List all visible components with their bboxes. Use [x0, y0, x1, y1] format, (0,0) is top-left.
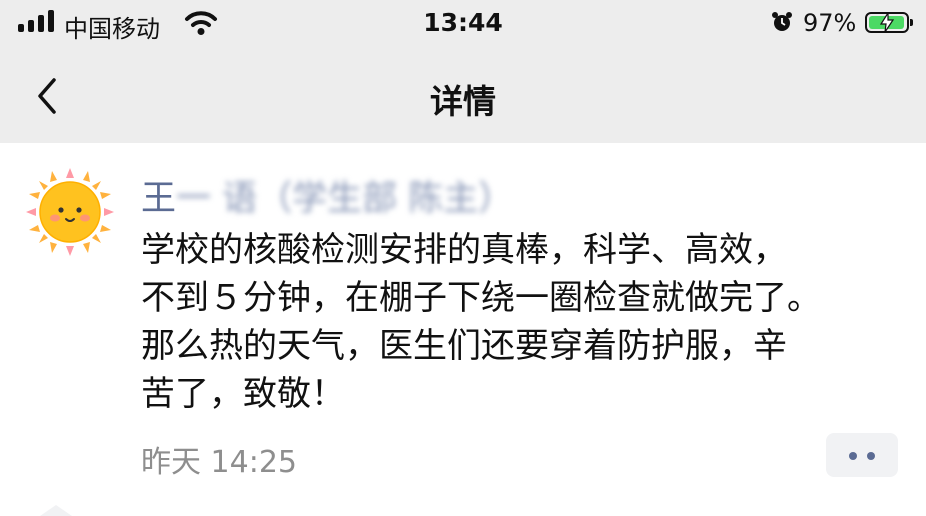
battery-percent: 97% — [803, 9, 857, 37]
content-line: 那么热的天气，医生们还要穿着防护服，辛 — [141, 326, 787, 366]
more-dots-icon[interactable] — [826, 433, 898, 477]
charging-bolt-icon — [879, 13, 895, 32]
post-content: 学校的核酸检测安排的真棒，科学、高效， 不到５分钟，在棚子下绕一圈检查就做完了。… — [141, 226, 911, 418]
avatar[interactable] — [24, 166, 116, 258]
post-timestamp: 昨天 14:25 — [141, 445, 297, 480]
content-line: 学校的核酸检测安排的真棒，科学、高效， — [141, 230, 787, 270]
comment-pointer — [40, 505, 72, 516]
battery-icon — [865, 12, 913, 33]
page-title: 详情 — [430, 82, 496, 121]
content-line: 苦了，致敬！ — [141, 374, 345, 414]
author-name-blurred: 一 语（学生部 陈主） — [176, 179, 514, 219]
author-name[interactable]: 王一 语（学生部 陈主） — [141, 170, 513, 221]
content-line: 不到５分钟，在棚子下绕一圈检查就做完了。 — [141, 278, 821, 318]
author-name-visible: 王 — [141, 179, 177, 219]
status-bar: 中国移动 13:44 97% — [0, 0, 926, 48]
alarm-icon — [772, 12, 792, 31]
top-bar: 中国移动 13:44 97% 详情 — [0, 0, 926, 143]
